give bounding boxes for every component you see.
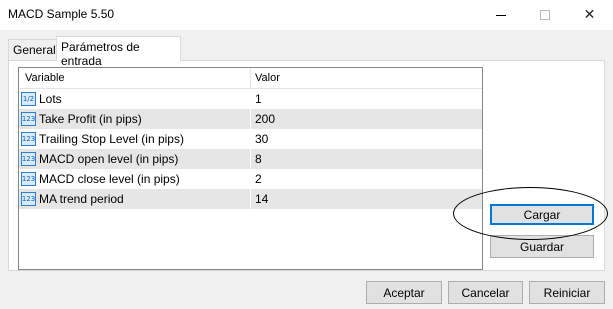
column-header-value[interactable]: Valor — [255, 72, 280, 84]
table-row[interactable]: 123 MACD open level (in pips) 8 — [19, 149, 482, 169]
parameter-name: MACD open level (in pips) — [39, 152, 179, 166]
close-button[interactable]: ✕ — [567, 0, 612, 30]
parameter-name-cell: 123 Take Profit (in pips) — [21, 109, 142, 129]
parameter-name: MA trend period — [39, 192, 124, 206]
window-title: MACD Sample 5.50 — [8, 7, 115, 21]
reset-button[interactable]: Reiniciar — [529, 281, 605, 304]
parameters-grid: Variable Valor 1/2 Lots 1 123 Take Profit (i… — [18, 67, 483, 270]
table-row[interactable]: 123 Trailing Stop Level (in pips) 30 — [19, 129, 482, 149]
cancel-button[interactable]: Cancelar — [448, 281, 523, 304]
cell-divider — [250, 109, 251, 129]
fraction-type-icon: 1/2 — [21, 92, 36, 106]
parameter-value[interactable]: 8 — [255, 152, 262, 166]
parameter-name-cell: 123 MA trend period — [21, 189, 124, 209]
tab-input-parameters[interactable]: Parámetros de entrada — [56, 36, 181, 68]
parameter-name-cell: 1/2 Lots — [21, 89, 62, 109]
minimize-button[interactable] — [478, 0, 523, 30]
parameter-name: MACD close level (in pips) — [39, 172, 180, 186]
grid-header: Variable Valor — [19, 68, 482, 89]
parameter-name-cell: 123 MACD open level (in pips) — [21, 149, 178, 169]
maximize-button[interactable] — [522, 0, 567, 30]
integer-type-icon: 123 — [21, 172, 36, 186]
title-bar: MACD Sample 5.50 ✕ — [0, 0, 613, 30]
minimize-icon — [495, 14, 506, 16]
tab-general[interactable]: General — [8, 39, 57, 60]
integer-type-icon: 123 — [21, 132, 36, 146]
table-row[interactable]: 123 MA trend period 14 — [19, 189, 482, 209]
parameter-value[interactable]: 2 — [255, 172, 262, 186]
parameter-name: Take Profit (in pips) — [39, 112, 142, 126]
cell-divider — [250, 129, 251, 149]
save-button[interactable]: Guardar — [490, 235, 594, 258]
cell-divider — [250, 89, 251, 109]
load-button[interactable]: Cargar — [490, 204, 594, 225]
parameter-name-cell: 123 MACD close level (in pips) — [21, 169, 180, 189]
integer-type-icon: 123 — [21, 112, 36, 126]
column-divider[interactable] — [250, 68, 251, 89]
table-row[interactable]: 1/2 Lots 1 — [19, 89, 482, 109]
parameter-value[interactable]: 30 — [255, 132, 268, 146]
close-icon: ✕ — [583, 7, 596, 23]
integer-type-icon: 123 — [21, 152, 36, 166]
ok-button[interactable]: Aceptar — [366, 281, 442, 304]
cell-divider — [250, 149, 251, 169]
parameter-value[interactable]: 200 — [255, 112, 275, 126]
parameter-name-cell: 123 Trailing Stop Level (in pips) — [21, 129, 184, 149]
cell-divider — [250, 189, 251, 209]
parameter-value[interactable]: 14 — [255, 192, 268, 206]
parameter-name: Trailing Stop Level (in pips) — [39, 132, 184, 146]
parameter-name: Lots — [39, 92, 62, 106]
table-row[interactable]: 123 Take Profit (in pips) 200 — [19, 109, 482, 129]
maximize-icon — [539, 10, 550, 20]
table-row[interactable]: 123 MACD close level (in pips) 2 — [19, 169, 482, 189]
column-header-variable[interactable]: Variable — [25, 72, 65, 84]
integer-type-icon: 123 — [21, 192, 36, 206]
parameter-value[interactable]: 1 — [255, 92, 262, 106]
cell-divider — [250, 169, 251, 189]
